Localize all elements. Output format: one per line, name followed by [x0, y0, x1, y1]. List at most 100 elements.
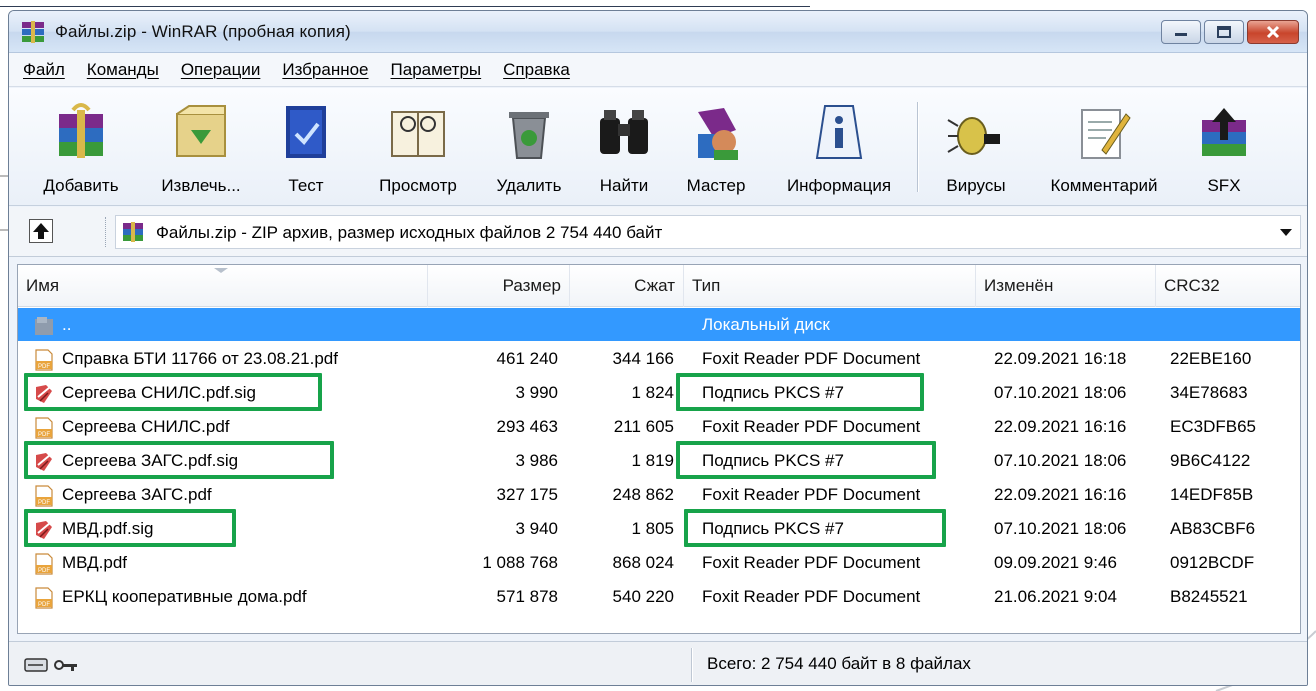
delete-button[interactable]: Удалить [485, 96, 573, 204]
find-label: Найти [599, 176, 649, 195]
close-button[interactable] [1247, 20, 1299, 44]
cell-size: 327 175 [496, 485, 558, 504]
cell-type: Foxit Reader PDF Document [702, 553, 921, 572]
status-separator [691, 648, 693, 682]
virus-scan-button[interactable]: Вирусы [935, 96, 1017, 204]
background-line [0, 6, 810, 7]
sfx-label: SFX [1207, 176, 1241, 195]
status-text: Всего: 2 754 440 байт в 8 файлах [707, 654, 971, 673]
sfx-button[interactable]: SFX [1193, 96, 1255, 204]
file-row[interactable]: PDF Сергеева СНИЛС.pdf 293 463 211 605 Foxit… [18, 410, 1300, 443]
signature-icon [34, 383, 54, 405]
menu-options[interactable]: Параметры [391, 60, 482, 80]
cell-name: МВД.pdf [62, 553, 127, 572]
file-row[interactable]: Сергеева СНИЛС.pdf.sig 3 990 1 824 Подпись … [18, 376, 1300, 409]
archive-icon [123, 222, 143, 242]
menu-file[interactable]: Файл [23, 60, 65, 80]
cell-type: Подпись PKCS #7 [702, 519, 844, 538]
menu-help[interactable]: Справка [503, 60, 570, 80]
signature-icon [34, 519, 54, 541]
maximize-icon [1217, 26, 1231, 38]
cell-packed: 248 862 [612, 485, 674, 504]
minimize-button[interactable] [1161, 20, 1201, 44]
info-button[interactable]: Информация [773, 96, 905, 204]
cell-size: 293 463 [496, 417, 558, 436]
cell-crc32: EC3DFB65 [1170, 417, 1256, 436]
maximize-button[interactable] [1204, 20, 1244, 44]
cell-size: 1 088 768 [482, 553, 558, 572]
cell-crc32: 22EBE160 [1170, 349, 1252, 368]
cell-type: Локальный диск [702, 315, 830, 334]
cell-packed: 211 605 [613, 417, 674, 436]
cell-name: ЕРКЦ кооперативные дома.pdf [62, 587, 307, 606]
title-bar[interactable]: Файлы.zip - WinRAR (пробная копия) [9, 11, 1307, 53]
info-icon [815, 105, 863, 159]
cell-crc32: 34E78683 [1170, 383, 1248, 402]
dropdown-arrow-icon[interactable] [1280, 229, 1292, 237]
minimize-icon [1175, 33, 1187, 36]
extract-button[interactable]: Извлечь... [149, 96, 253, 204]
cell-crc32: 9B6C4122 [1170, 451, 1251, 470]
cell-modified: 21.06.2021 9:04 [994, 587, 1117, 606]
wizard-button[interactable]: Мастер [675, 96, 757, 204]
cell-size: 3 986 [515, 451, 558, 470]
cell-type: Подпись PKCS #7 [702, 451, 844, 470]
svg-text:PDF: PDF [38, 568, 50, 574]
add-archive-icon [59, 103, 103, 158]
wizard-icon [698, 108, 738, 160]
cell-packed: 868 024 [612, 553, 674, 572]
test-label: Тест [288, 176, 324, 195]
menu-operations[interactable]: Операции [181, 60, 261, 80]
column-header-size[interactable]: Размер [428, 265, 570, 307]
view-button[interactable]: Просмотр [365, 96, 471, 204]
cell-packed: 344 166 [612, 349, 674, 368]
svg-text:PDF: PDF [38, 364, 50, 370]
column-header-type[interactable]: Тип [684, 265, 976, 307]
view-label: Просмотр [379, 176, 457, 195]
address-bar: Файлы.zip - ZIP архив, размер исходных ф… [9, 207, 1307, 257]
folder-up-icon [34, 315, 54, 337]
cell-type: Foxit Reader PDF Document [702, 587, 921, 606]
file-row[interactable]: PDF Справка БТИ 11766 от 23.08.21.pdf 461 … [18, 342, 1300, 375]
add-button[interactable]: Добавить [39, 96, 123, 204]
cell-modified: 07.10.2021 18:06 [994, 383, 1127, 402]
column-header-packed[interactable]: Сжат [570, 265, 684, 307]
menu-favorites[interactable]: Избранное [282, 60, 368, 80]
signature-icon [34, 451, 54, 473]
find-button[interactable]: Найти [587, 96, 661, 204]
file-list: Имя Размер Сжат Тип Изменён CRC32 .. Лока… [17, 264, 1301, 634]
file-row[interactable]: PDF ЕРКЦ кооперативные дома.pdf 571 878 540… [18, 580, 1300, 613]
extract-icon [176, 105, 226, 157]
menu-commands[interactable]: Команды [87, 60, 159, 80]
cell-modified: 22.09.2021 16:16 [994, 417, 1127, 436]
cell-crc32 [1170, 308, 1290, 341]
cell-size: 3 940 [515, 519, 558, 538]
delete-label: Удалить [496, 176, 562, 195]
cell-name: Справка БТИ 11766 от 23.08.21.pdf [62, 349, 338, 368]
column-header-modified[interactable]: Изменён [976, 265, 1156, 307]
comment-button[interactable]: Комментарий [1029, 96, 1179, 204]
cell-crc32: AB83CBF6 [1170, 519, 1256, 538]
address-field[interactable]: Файлы.zip - ZIP архив, размер исходных ф… [115, 215, 1301, 249]
info-label: Информация [786, 176, 892, 195]
file-row[interactable]: PDF МВД.pdf 1 088 768 868 024 Foxit Reader P… [18, 546, 1300, 579]
cell-modified: 07.10.2021 18:06 [994, 451, 1127, 470]
sfx-icon [1202, 108, 1246, 156]
parent-folder-row[interactable]: .. Локальный диск [18, 308, 1300, 341]
file-row[interactable]: Сергеева ЗАГС.pdf.sig 3 986 1 819 Подпись P… [18, 444, 1300, 477]
pdf-icon: PDF [34, 417, 54, 439]
file-row[interactable]: МВД.pdf.sig 3 940 1 805 Подпись PKCS #7 07.1… [18, 512, 1300, 545]
column-header-crc32[interactable]: CRC32 [1156, 265, 1302, 307]
close-icon [1266, 25, 1280, 39]
cell-packed [570, 308, 674, 341]
cell-name: Сергеева СНИЛС.pdf.sig [62, 383, 256, 402]
cell-modified: 22.09.2021 16:16 [994, 485, 1127, 504]
test-button[interactable]: Тест [271, 96, 341, 204]
cell-packed: 1 824 [631, 383, 674, 402]
view-icon [391, 111, 445, 157]
virus-scan-label: Вирусы [946, 176, 1006, 195]
file-row[interactable]: PDF Сергеева ЗАГС.pdf 327 175 248 862 Foxit … [18, 478, 1300, 511]
cell-type: Foxit Reader PDF Document [702, 485, 921, 504]
up-folder-button[interactable] [29, 219, 53, 243]
cell-name: МВД.pdf.sig [62, 519, 154, 538]
